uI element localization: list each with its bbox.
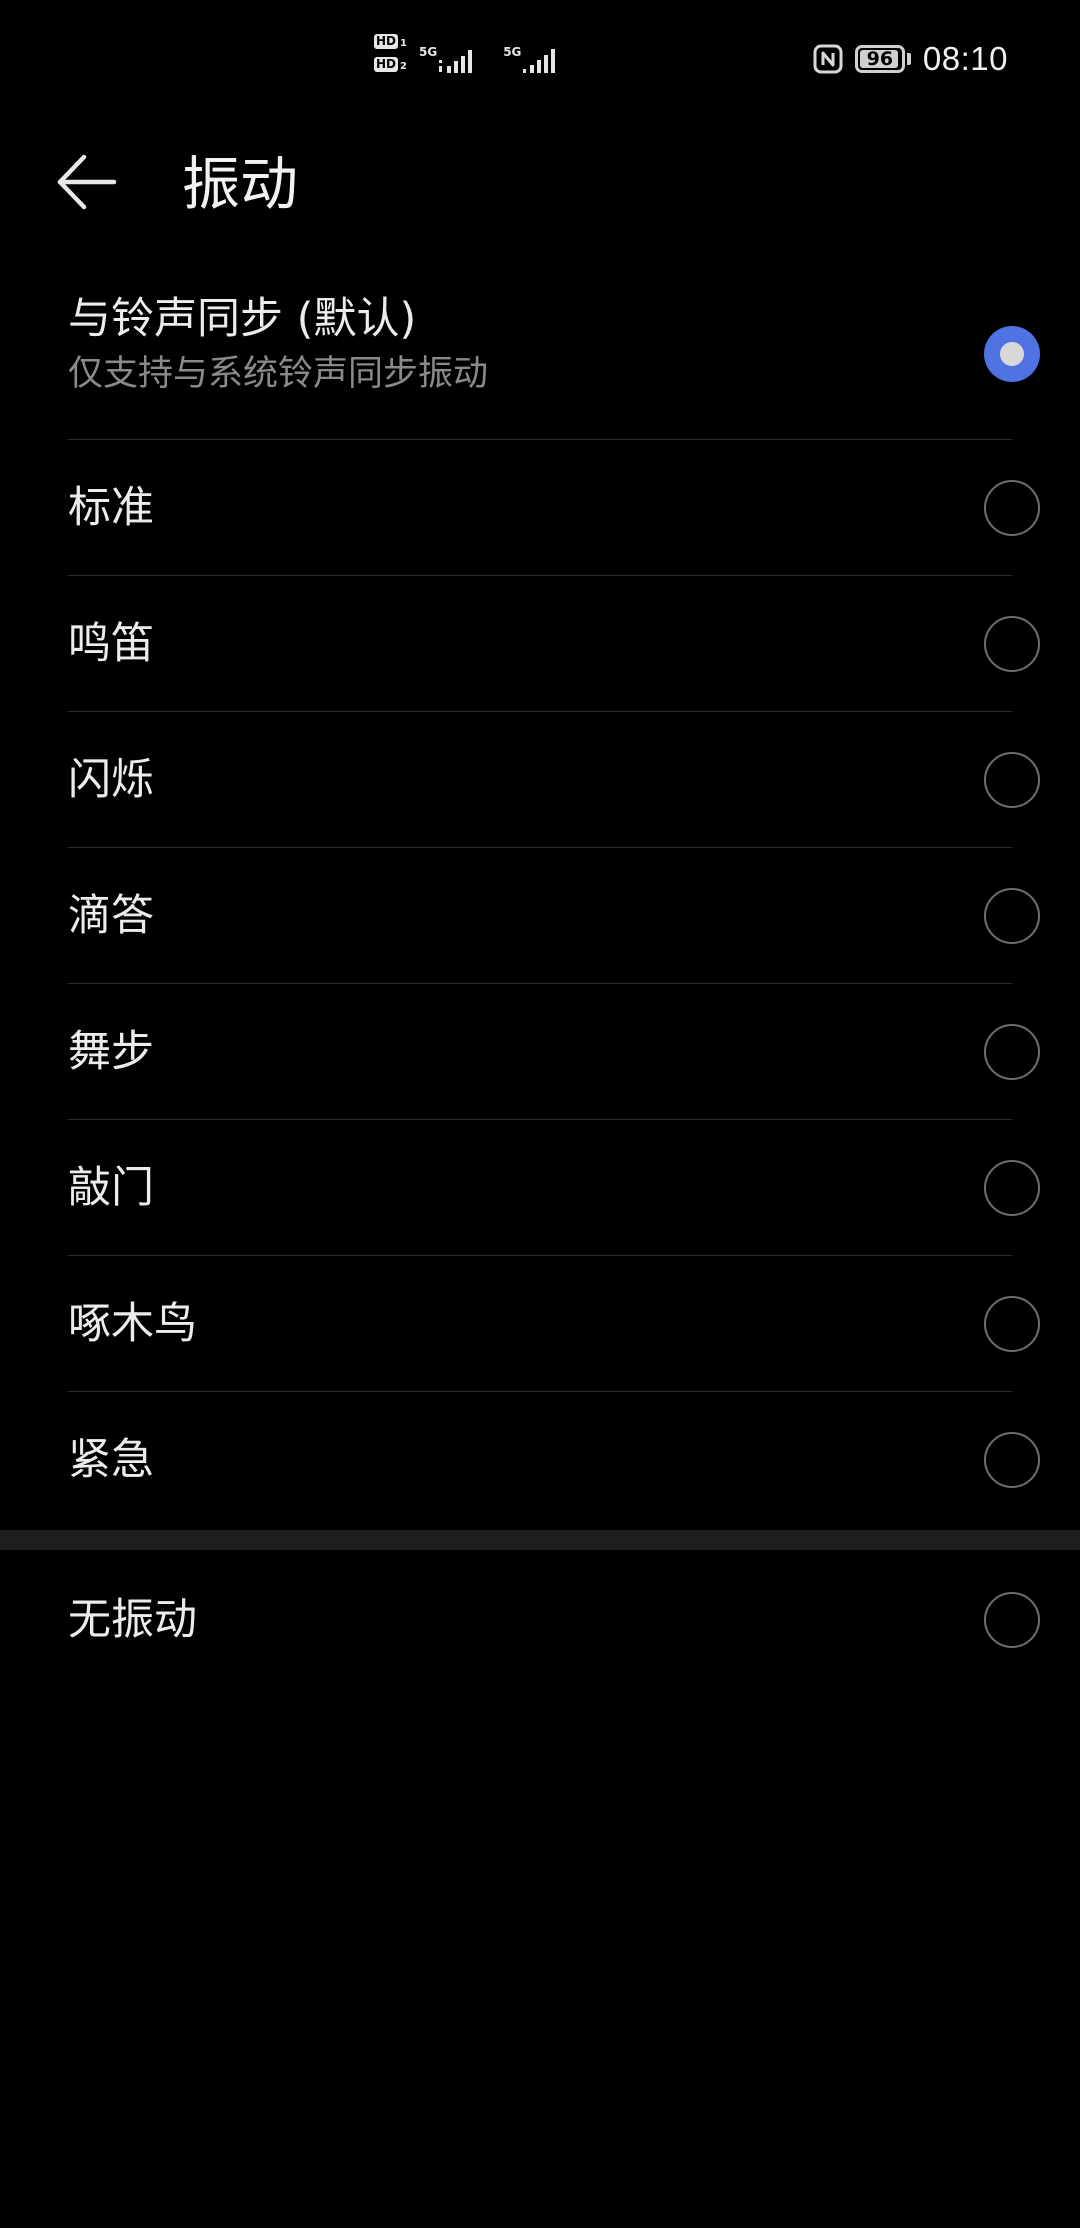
sim-index: 2: [400, 61, 407, 72]
network-type-label: 5G: [418, 45, 438, 59]
option-label: 闪烁: [68, 755, 154, 805]
option-label: 滴答: [68, 891, 154, 941]
option-woodpecker[interactable]: 啄木鸟: [0, 1256, 1080, 1392]
radio-button[interactable]: [984, 1592, 1040, 1648]
status-bar: HD 1 HD 2 5G 5G 96 08:10: [0, 0, 1080, 126]
option-knock[interactable]: 敲门: [0, 1120, 1080, 1256]
status-clock: 08:10: [922, 40, 1008, 77]
system-status: 96 08:10: [813, 40, 1008, 78]
hd-volte-icon-sim1: HD 1: [374, 34, 407, 49]
option-standard[interactable]: 标准: [0, 440, 1080, 576]
option-emergency[interactable]: 紧急: [0, 1392, 1080, 1528]
option-tick[interactable]: 滴答: [0, 848, 1080, 984]
signal-strength-icon: [523, 49, 556, 73]
app-header: 振动: [0, 126, 1080, 238]
battery-icon: 96: [854, 45, 911, 73]
battery-level: 96: [866, 47, 894, 70]
radio-button[interactable]: [984, 1024, 1040, 1080]
hd-volte-icon-sim2: HD 2: [374, 57, 407, 72]
option-no-vibration[interactable]: 无振动: [0, 1550, 1080, 1690]
radio-button[interactable]: [984, 1160, 1040, 1216]
option-flash[interactable]: 闪烁: [0, 712, 1080, 848]
option-label: 标准: [68, 483, 154, 533]
radio-button[interactable]: [984, 480, 1040, 536]
sim-status: HD 1 HD 2 5G 5G: [374, 34, 567, 74]
option-dance[interactable]: 舞步: [0, 984, 1080, 1120]
radio-button[interactable]: [984, 888, 1040, 944]
radio-button[interactable]: [984, 616, 1040, 672]
radio-button[interactable]: [984, 1296, 1040, 1352]
radio-button[interactable]: [984, 1432, 1040, 1488]
back-button[interactable]: [56, 146, 148, 218]
network-type-label: 5G: [503, 45, 522, 59]
sim-index: 1: [400, 38, 407, 49]
option-label: 啄木鸟: [68, 1299, 197, 1349]
signal-strength-icon: [439, 50, 473, 73]
radio-button[interactable]: [984, 752, 1040, 808]
nfc-icon: [813, 44, 843, 74]
option-whistle[interactable]: 鸣笛: [0, 576, 1080, 712]
hd-badge-label: HD: [374, 34, 399, 49]
section-divider: [0, 1530, 1080, 1550]
option-label: 紧急: [68, 1435, 154, 1485]
page-title: 振动: [182, 150, 299, 218]
arrow-left-icon: [57, 154, 117, 210]
option-sync-with-ringtone[interactable]: 与铃声同步 (默认) 仅支持与系统铃声同步振动: [0, 268, 1080, 440]
option-label: 舞步: [68, 1027, 154, 1077]
vibration-options-list: 与铃声同步 (默认) 仅支持与系统铃声同步振动 标准 鸣笛 闪烁 滴答 舞步 敲…: [0, 268, 1080, 1690]
option-label: 敲门: [68, 1163, 154, 1213]
option-label: 鸣笛: [68, 619, 154, 669]
option-label: 与铃声同步 (默认): [68, 294, 417, 344]
radio-button[interactable]: [984, 326, 1040, 382]
option-label: 无振动: [68, 1595, 197, 1645]
hd-badge-label: HD: [374, 57, 399, 72]
option-sublabel: 仅支持与系统铃声同步振动: [68, 354, 489, 394]
